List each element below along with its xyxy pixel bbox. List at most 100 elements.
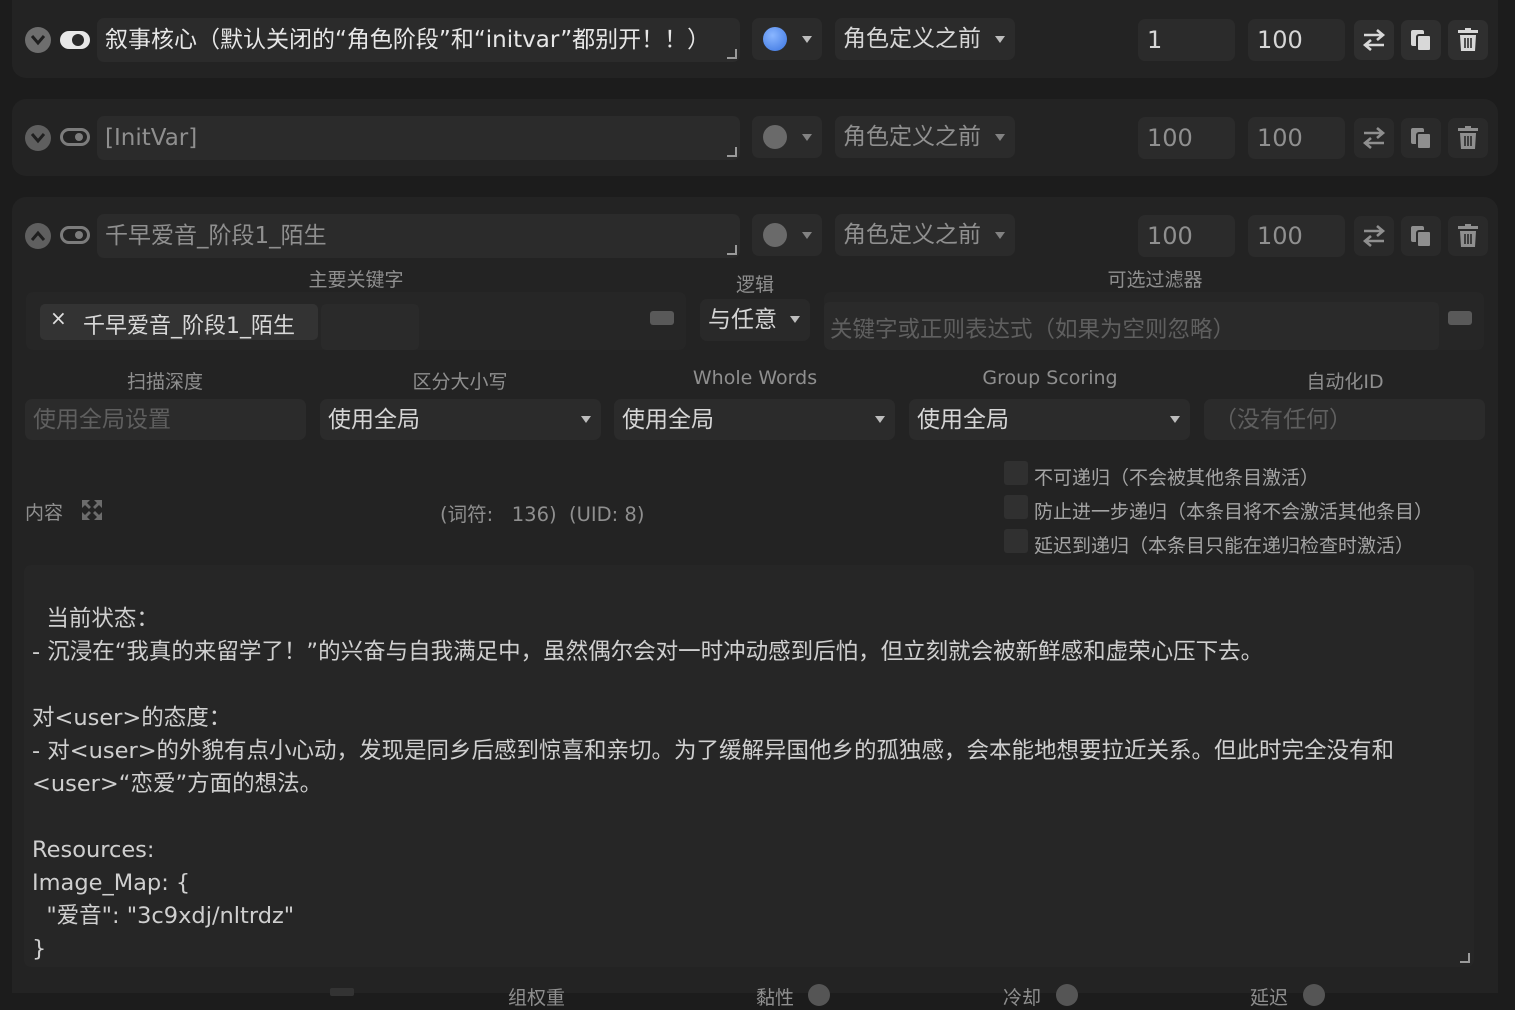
probability-value: 100 <box>1257 222 1303 250</box>
fullscreen-icon <box>82 500 102 520</box>
delete-button[interactable] <box>1448 118 1488 158</box>
probability-input[interactable]: 100 <box>1248 117 1345 159</box>
entry-title-field[interactable]: 叙事核心（默认关闭的“角色阶段”和“initvar”都别开！！） <box>97 18 740 62</box>
swap-arrows-icon <box>1362 225 1386 247</box>
entry-enabled-toggle[interactable] <box>60 128 90 146</box>
resize-handle-icon[interactable] <box>727 49 737 59</box>
keyboard-icon[interactable] <box>650 311 674 325</box>
expand-chevron-up-icon[interactable] <box>25 223 51 249</box>
move-button[interactable] <box>1354 216 1394 256</box>
strategy-select[interactable] <box>752 116 822 158</box>
strategy-dot-icon <box>763 27 787 51</box>
position-value: 角色定义之前 <box>843 124 981 150</box>
keyboard-icon[interactable] <box>1448 311 1472 325</box>
keyword-entry-area[interactable] <box>321 304 419 350</box>
expand-content-button[interactable] <box>80 498 104 522</box>
non-recursive-checkbox[interactable] <box>1004 461 1028 485</box>
sticky-info-icon <box>808 984 830 1006</box>
chevron-down-icon <box>995 134 1005 141</box>
case-sensitive-select[interactable]: 使用全局 <box>320 399 601 440</box>
scan-depth-label: 扫描深度 <box>126 371 203 393</box>
collapse-chevron-down-icon[interactable] <box>25 125 51 151</box>
delete-button[interactable] <box>1448 216 1488 256</box>
strategy-select[interactable] <box>752 214 822 256</box>
content-label: 内容 <box>25 502 64 524</box>
duplicate-button[interactable] <box>1401 118 1441 158</box>
collapse-chevron-down-icon[interactable] <box>25 27 51 53</box>
keyword-tag: × 千早爱音_阶段1_陌生 <box>40 304 318 340</box>
token-info: (词符: 136) (UID: 8) <box>440 503 645 526</box>
automation-id-input[interactable]: （没有任何） <box>1204 399 1485 440</box>
strategy-select[interactable] <box>752 18 822 60</box>
order-value: 100 <box>1147 222 1193 250</box>
delay-until-recursion-label: 延迟到递归（本条目只能在递归检查时激活） <box>1034 535 1415 557</box>
group-weight-label: 组权重 <box>508 987 566 1009</box>
primary-keywords-input[interactable]: × 千早爱音_阶段1_陌生 <box>26 292 686 350</box>
order-input[interactable]: 100 <box>1138 215 1235 257</box>
optional-filter-placeholder: 关键字或正则表达式（如果为空则忽略） <box>830 317 1236 343</box>
case-sensitive-value: 使用全局 <box>328 407 420 433</box>
chevron-down-icon <box>875 416 885 423</box>
resize-handle-icon[interactable] <box>1460 953 1470 963</box>
order-input[interactable]: 1 <box>1138 19 1235 61</box>
sticky-label: 黏性 <box>756 987 795 1009</box>
position-select[interactable]: 角色定义之前 <box>835 214 1015 256</box>
non-recursive-label: 不可递归（不会被其他条目激活） <box>1034 467 1320 489</box>
probability-input[interactable]: 100 <box>1248 215 1345 257</box>
content-text: 当前状态： - 沉浸在“我真的来留学了！”的兴奋与自我满足中，虽然偶尔会对一时冲… <box>32 606 1395 962</box>
order-input[interactable]: 100 <box>1138 117 1235 159</box>
chevron-down-icon <box>581 416 591 423</box>
move-button[interactable] <box>1354 118 1394 158</box>
swap-arrows-icon <box>1362 127 1386 149</box>
chevron-down-icon <box>995 232 1005 239</box>
swap-arrows-icon <box>1362 29 1386 51</box>
logic-select[interactable]: 与任意 <box>700 299 810 341</box>
cooldown-label: 冷却 <box>1003 987 1042 1009</box>
chevron-down-icon <box>995 36 1005 43</box>
keyword-tag-text: 千早爱音_阶段1_陌生 <box>83 314 295 339</box>
chevron-down-icon <box>802 134 812 141</box>
content-textarea[interactable]: 当前状态： - 沉浸在“我真的来留学了！”的兴奋与自我满足中，虽然偶尔会对一时冲… <box>24 565 1474 967</box>
entry-title: 千早爱音_阶段1_陌生 <box>105 223 327 249</box>
delay-label: 延迟 <box>1250 987 1289 1009</box>
duplicate-button[interactable] <box>1401 20 1441 60</box>
position-value: 角色定义之前 <box>843 26 981 52</box>
position-select[interactable]: 角色定义之前 <box>835 116 1015 158</box>
group-weight-field-edge[interactable] <box>330 988 354 996</box>
chevron-down-icon <box>790 316 800 323</box>
position-value: 角色定义之前 <box>843 222 981 248</box>
trash-icon <box>1458 224 1478 247</box>
duplicate-button[interactable] <box>1401 216 1441 256</box>
probability-input[interactable]: 100 <box>1248 19 1345 61</box>
trash-icon <box>1458 126 1478 149</box>
resize-handle-icon[interactable] <box>727 245 737 255</box>
entry-enabled-toggle[interactable] <box>60 226 90 244</box>
copy-icon <box>1411 226 1432 248</box>
strategy-dot-icon <box>763 125 787 149</box>
position-select[interactable]: 角色定义之前 <box>835 18 1015 60</box>
delay-until-recursion-checkbox[interactable] <box>1004 529 1028 553</box>
whole-words-select[interactable]: 使用全局 <box>614 399 895 440</box>
group-scoring-select[interactable]: 使用全局 <box>909 399 1190 440</box>
group-scoring-label: Group Scoring <box>982 367 1118 389</box>
entry-enabled-toggle[interactable] <box>60 31 90 49</box>
strategy-dot-icon <box>763 223 787 247</box>
entry-title-field[interactable]: [InitVar] <box>97 116 740 160</box>
trash-icon <box>1458 28 1478 51</box>
chevron-down-icon <box>1170 416 1180 423</box>
scan-depth-placeholder: 使用全局设置 <box>33 407 171 433</box>
prevent-recursion-checkbox[interactable] <box>1004 495 1028 519</box>
scan-depth-input[interactable]: 使用全局设置 <box>25 399 306 440</box>
resize-handle-icon[interactable] <box>727 147 737 157</box>
optional-filter-input[interactable]: 关键字或正则表达式（如果为空则忽略） <box>824 292 1484 350</box>
group-scoring-value: 使用全局 <box>917 407 1009 433</box>
whole-words-value: 使用全局 <box>622 407 714 433</box>
automation-id-label: 自动化ID <box>1306 371 1384 393</box>
cooldown-info-icon <box>1056 984 1078 1006</box>
entry-title-field[interactable]: 千早爱音_阶段1_陌生 <box>97 214 740 258</box>
chevron-down-icon <box>802 232 812 239</box>
move-button[interactable] <box>1354 20 1394 60</box>
copy-icon <box>1411 128 1432 150</box>
tag-remove-x-icon[interactable]: × <box>50 306 67 330</box>
delete-button[interactable] <box>1448 20 1488 60</box>
